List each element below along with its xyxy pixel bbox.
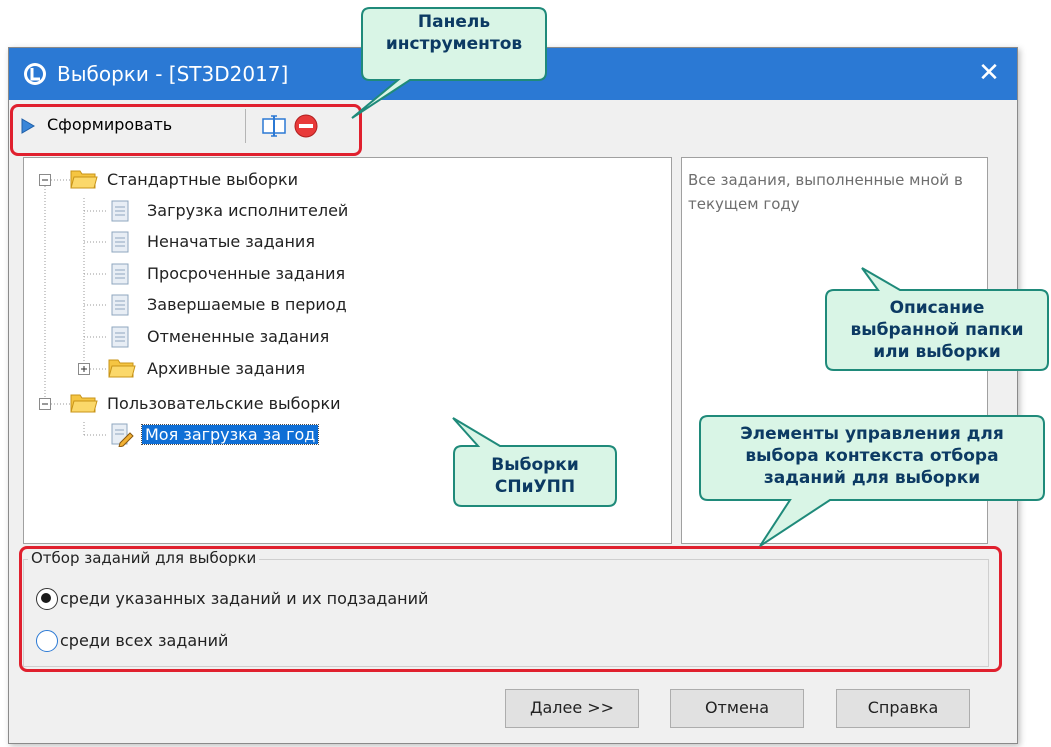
- document-icon: [111, 231, 129, 253]
- description-panel: Все задания, выполненные мной в текущем …: [681, 157, 988, 544]
- folder-icon: [108, 359, 136, 378]
- app-logo-icon: [24, 63, 46, 85]
- selections-tree[interactable]: Стандартные выборки Загрузка исполнителе…: [23, 157, 672, 544]
- tree-item-not-started[interactable]: Неначатые задания: [144, 230, 318, 254]
- description-text: Все задания, выполненные мной в текущем …: [688, 171, 963, 213]
- collapse-icon[interactable]: [39, 398, 51, 410]
- tree-item-completing-in-period[interactable]: Завершаемые в период: [144, 293, 350, 317]
- document-icon: [111, 294, 129, 316]
- callout-toolbar-line1: Панель: [417, 12, 491, 32]
- tree-item-overdue[interactable]: Просроченные задания: [144, 262, 348, 286]
- folder-icon: [70, 394, 98, 413]
- tree-item-executor-load[interactable]: Загрузка исполнителей: [144, 199, 351, 223]
- folder-icon: [70, 170, 98, 189]
- document-icon: [111, 326, 129, 348]
- tree-item-cancelled[interactable]: Отмененные задания: [144, 325, 332, 349]
- expand-icon[interactable]: [78, 363, 90, 375]
- window-title: Выборки - [ST3D2017]: [57, 62, 289, 86]
- close-button[interactable]: ✕: [961, 48, 1017, 100]
- collapse-icon[interactable]: [39, 174, 51, 186]
- cancel-button[interactable]: Отмена: [670, 689, 804, 728]
- document-icon: [111, 200, 129, 222]
- tree-item-user-selections[interactable]: Пользовательские выборки: [104, 392, 344, 416]
- help-button[interactable]: Справка: [836, 689, 970, 728]
- tree-item-my-load-year[interactable]: Моя загрузка за год: [140, 423, 320, 447]
- tree-item-standard-selections[interactable]: Стандартные выборки: [104, 168, 301, 192]
- next-button[interactable]: Далее >>: [505, 689, 639, 728]
- toolbar-highlight-frame: [10, 104, 362, 156]
- tree-item-archive[interactable]: Архивные задания: [144, 357, 308, 381]
- document-edit-icon: [111, 423, 134, 447]
- document-icon: [111, 263, 129, 285]
- title-bar: Выборки - [ST3D2017] ✕: [9, 48, 1017, 100]
- filter-highlight-frame: [19, 546, 1002, 672]
